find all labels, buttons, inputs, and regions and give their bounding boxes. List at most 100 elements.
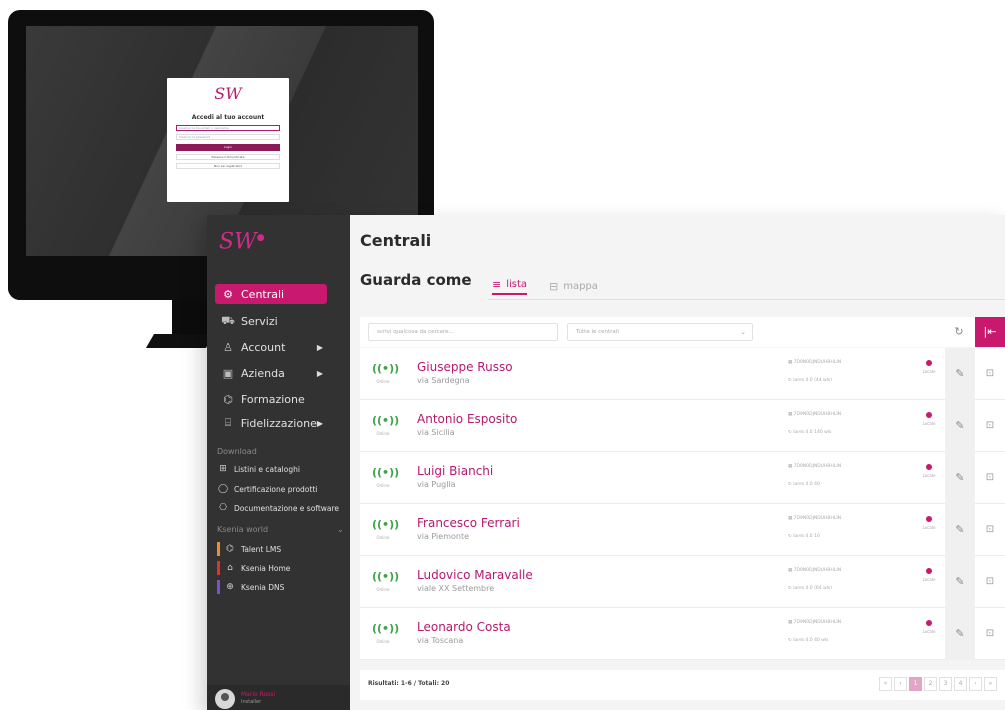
sidebar-item-formazione[interactable]: ⌬ Formazione: [215, 389, 327, 409]
list-icon: ≡: [492, 277, 502, 291]
serial-number: ▦ 7D9N0DJNDUHBHLIN: [788, 360, 842, 365]
chevron-down-icon: ⌄: [740, 328, 746, 336]
sidebar-item-servizi[interactable]: ⛟ Servizi: [215, 311, 327, 331]
signal-icon: ((•)): [372, 518, 400, 531]
status-dot-icon: [926, 568, 932, 574]
home-icon: ⌂: [227, 563, 233, 573]
edit-button[interactable]: ✎: [945, 400, 975, 452]
filter-value: Tutte le centrali: [576, 329, 619, 335]
pager-prev[interactable]: ‹: [894, 677, 907, 691]
search-input[interactable]: scrivi qualcosa da cercare...: [368, 323, 558, 341]
serial-number: ▦ 7D9N0DJNDUHBHLIN: [788, 516, 842, 521]
chevron-right-icon: ▶: [316, 368, 323, 378]
sidebar-item-ksenia-home[interactable]: ⌂ Ksenia Home: [217, 560, 290, 576]
tab-mappa[interactable]: ⊟ mappa: [549, 277, 598, 295]
serial-number: ▦ 7D9N0DJNDUHBHLIN: [788, 620, 842, 625]
details-button[interactable]: ⊡: [975, 504, 1005, 556]
signal-label: Online: [376, 587, 390, 592]
details-button[interactable]: ⊡: [975, 556, 1005, 608]
refresh-button[interactable]: ↻: [950, 323, 968, 341]
centrali-list: ((•)) Online Giuseppe Russo via Sardegna…: [360, 348, 1005, 660]
details-button[interactable]: ⊡: [975, 348, 1005, 400]
details-button[interactable]: ⊡: [975, 452, 1005, 504]
sidebar-item-label: Documentazione e software: [234, 503, 340, 513]
color-marker: [217, 542, 220, 556]
book-icon: ⊞: [219, 464, 227, 474]
centrale-name[interactable]: Antonio Esposito: [417, 412, 517, 426]
collapse-panel-button[interactable]: |⇤: [975, 317, 1005, 347]
status-dot-icon: [926, 620, 932, 626]
login-button[interactable]: Login: [176, 144, 280, 151]
sidebar-item-documentazione[interactable]: ⎔ Documentazione e software: [217, 500, 339, 516]
edit-button[interactable]: ✎: [945, 608, 975, 660]
app-logo[interactable]: SW●: [219, 225, 265, 255]
centrale-name[interactable]: Giuseppe Russo: [417, 360, 513, 374]
sidebar-item-ksenia-dns[interactable]: ⊕ Ksenia DNS: [217, 579, 284, 595]
status-label: Locale: [922, 421, 936, 426]
document-icon: ⊡: [985, 420, 995, 431]
sidebar-item-fidelizzazione[interactable]: ⌸ Fidelizzazione ▶: [215, 413, 327, 433]
ksenia-world-section-heading[interactable]: Ksenia world ⌄: [217, 525, 344, 534]
serial-number: ▦ 7D9N0DJNDUHBHLIN: [788, 568, 842, 573]
centrale-name[interactable]: Leonardo Costa: [417, 620, 511, 634]
centrale-name[interactable]: Francesco Ferrari: [417, 516, 520, 530]
table-row[interactable]: ((•)) Online Antonio Esposito via Sicili…: [360, 400, 1005, 452]
signal-icon: ((•)): [372, 622, 400, 635]
edit-button[interactable]: ✎: [945, 556, 975, 608]
table-row[interactable]: ((•)) Online Francesco Ferrari via Piemo…: [360, 504, 1005, 556]
centrale-address: via Puglia: [417, 480, 456, 489]
sidebar-item-talent-lms[interactable]: ⌬ Talent LMS: [217, 541, 281, 557]
login-title: Accedi al tuo account: [191, 114, 265, 121]
gift-icon: ⌸: [224, 416, 232, 429]
sidebar-item-label: Certificazione prodotti: [234, 484, 318, 494]
table-row[interactable]: ((•)) Online Ludovico Maravalle viale XX…: [360, 556, 1005, 608]
centrale-name[interactable]: Luigi Bianchi: [417, 464, 493, 478]
centrale-address: viale XX Settembre: [417, 584, 495, 593]
certificate-icon: ◯: [217, 484, 229, 494]
list-footer: Risultati: 1-6 / Totali: 20 « ‹ 1 2 3 4 …: [360, 670, 1005, 700]
register-link[interactable]: Non sei registrato?: [176, 163, 280, 169]
page-title: Centrali: [360, 231, 432, 250]
pager-page-1[interactable]: 1: [909, 677, 922, 691]
pencil-icon: ✎: [955, 419, 965, 432]
building-icon: ▣: [222, 366, 234, 380]
tab-lista[interactable]: ≡ lista: [492, 277, 528, 295]
sidebar: SW● ⚙ Centrali ⛟ Servizi ♙ Account ▶ ▣ A…: [207, 215, 350, 710]
edit-button[interactable]: ✎: [945, 504, 975, 556]
signal-label: Online: [376, 535, 390, 540]
sidebar-item-azienda[interactable]: ▣ Azienda ▶: [215, 363, 327, 383]
sidebar-item-listini[interactable]: ⊞ Listini e cataloghi: [217, 461, 300, 477]
pager-page-4[interactable]: 4: [954, 677, 967, 691]
table-row[interactable]: ((•)) Online Giuseppe Russo via Sardegna…: [360, 348, 1005, 400]
centrale-name[interactable]: Ludovico Maravalle: [417, 568, 533, 582]
sidebar-item-label: Formazione: [241, 392, 305, 406]
user-profile[interactable]: Mario Rossi Installer: [207, 685, 350, 710]
sidebar-item-centrali[interactable]: ⚙ Centrali: [215, 284, 327, 304]
table-row[interactable]: ((•)) Online Leonardo Costa via Toscana …: [360, 608, 1005, 660]
sidebar-item-certificazione[interactable]: ◯ Certificazione prodotti: [217, 481, 317, 497]
details-button[interactable]: ⊡: [975, 608, 1005, 660]
forgot-password-link[interactable]: Password dimenticata: [176, 154, 280, 160]
centrale-address: via Toscana: [417, 636, 464, 645]
login-password-field[interactable]: Inserisci la password: [176, 134, 280, 140]
edit-button[interactable]: ✎: [945, 348, 975, 400]
user-role: Installer: [241, 699, 262, 705]
details-button[interactable]: ⊡: [975, 400, 1005, 452]
pager-page-3[interactable]: 3: [939, 677, 952, 691]
pager-last[interactable]: »: [984, 677, 997, 691]
chevron-down-icon: ⌄: [337, 525, 344, 534]
pager-first[interactable]: «: [879, 677, 892, 691]
document-icon: ⊡: [985, 472, 995, 483]
signal-label: Online: [376, 379, 390, 384]
centrale-address: via Sardegna: [417, 376, 470, 385]
pager-page-2[interactable]: 2: [924, 677, 937, 691]
sidebar-item-label: Listini e cataloghi: [234, 464, 300, 474]
login-username-field[interactable]: Inserisci la tua email o username: [176, 125, 280, 131]
pager-next[interactable]: ›: [969, 677, 982, 691]
table-row[interactable]: ((•)) Online Luigi Bianchi via Puglia ▦ …: [360, 452, 1005, 504]
edit-button[interactable]: ✎: [945, 452, 975, 504]
pagination: « ‹ 1 2 3 4 › »: [879, 677, 997, 691]
user-name: Mario Rossi: [241, 691, 276, 698]
centrali-filter-select[interactable]: Tutte le centrali ⌄: [567, 323, 753, 341]
sidebar-item-account[interactable]: ♙ Account ▶: [215, 337, 327, 357]
